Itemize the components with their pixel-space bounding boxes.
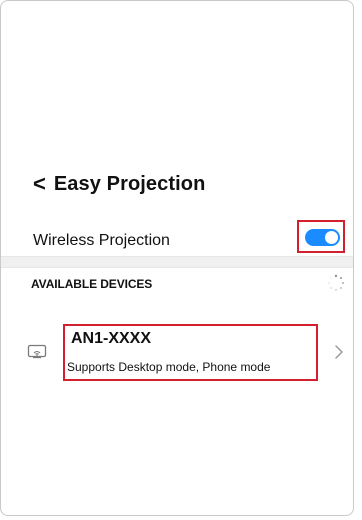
page-title: Easy Projection — [53, 173, 206, 195]
available-devices-header: AVAILABLE DEVICES — [1, 266, 353, 304]
back-button[interactable]: < — [33, 173, 46, 195]
chevron-right-icon — [335, 345, 343, 359]
device-supported-modes: Supports Desktop mode, Phone mode — [67, 360, 271, 374]
wireless-projection-toggle[interactable] — [305, 229, 340, 246]
device-name: AN1-XXXX — [71, 330, 152, 347]
page-header: < Easy Projection — [33, 173, 205, 195]
available-devices-title: AVAILABLE DEVICES — [31, 277, 153, 291]
toggle-thumb — [325, 231, 338, 244]
wireless-projection-label: Wireless Projection — [33, 232, 170, 249]
easy-projection-screen: < Easy Projection Wireless Projection AV… — [0, 0, 354, 516]
device-list-item[interactable]: AN1-XXXX Supports Desktop mode, Phone mo… — [1, 319, 353, 389]
spinner-icon — [328, 274, 345, 291]
screen-cast-icon — [27, 344, 47, 359]
